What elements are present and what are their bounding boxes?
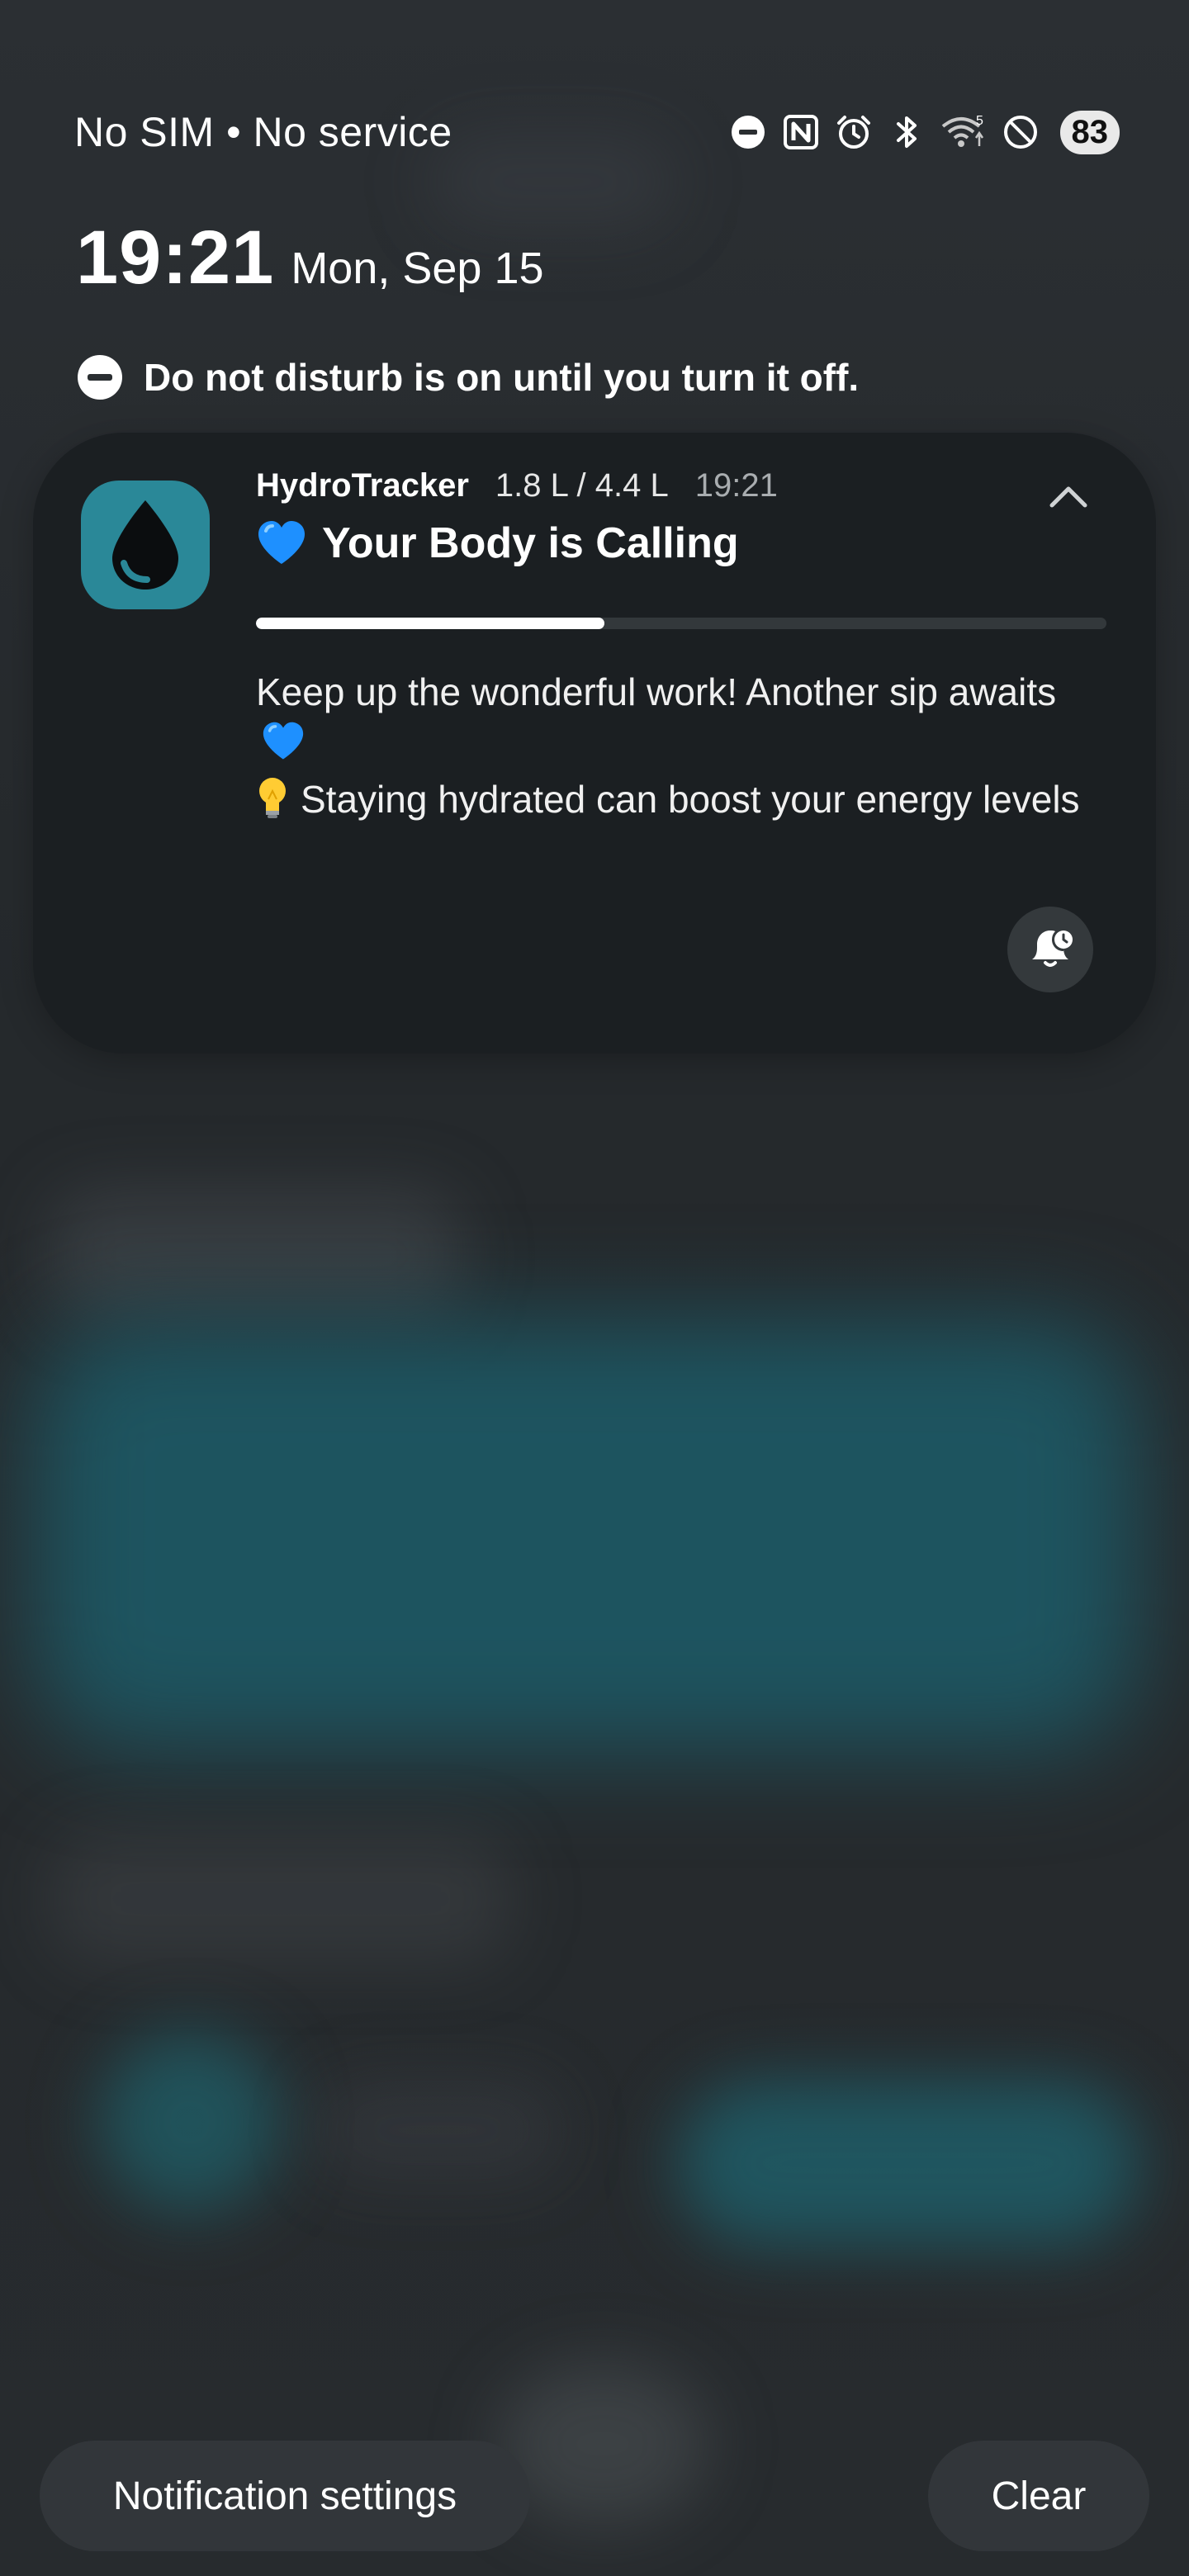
bell-clock-icon <box>1026 923 1075 977</box>
carrier-text: No SIM • No service <box>74 109 452 155</box>
background-blur <box>677 2081 1139 2246</box>
alarm-icon <box>834 112 874 152</box>
body-line-2: Staying hydrated can boost your energy l… <box>256 774 1098 825</box>
clock-date: Mon, Sep 15 <box>291 244 544 293</box>
status-bar: No SIM • No service 5 83 <box>0 99 1189 165</box>
background-blur <box>99 2031 281 2213</box>
status-icons: 5 83 <box>728 110 1120 154</box>
notification-title-row: Your Body is Calling <box>256 519 739 568</box>
background-blur <box>50 1833 512 1965</box>
notification-time: 19:21 <box>694 467 778 504</box>
blue-heart-icon <box>256 519 307 567</box>
background-blur <box>33 1321 1139 1750</box>
clock-time: 19:21 <box>76 215 275 300</box>
light-bulb-icon <box>256 776 289 821</box>
app-name: HydroTracker <box>256 467 469 504</box>
body-line-2-text: Staying hydrated can boost your energy l… <box>301 778 1080 821</box>
blue-heart-icon <box>261 721 306 774</box>
dnd-icon <box>76 353 124 401</box>
notification-settings-button[interactable]: Notification settings <box>40 2441 530 2551</box>
chevron-up-icon[interactable] <box>1044 472 1093 522</box>
notification-body: Keep up the wonderful work! Another sip … <box>256 667 1098 825</box>
bluetooth-icon <box>887 112 926 152</box>
dnd-banner[interactable]: Do not disturb is on until you turn it o… <box>76 353 859 401</box>
water-drop-icon <box>81 481 210 609</box>
notification-header: HydroTracker 1.8 L / 4.4 L 19:21 <box>256 467 778 504</box>
dnd-text: Do not disturb is on until you turn it o… <box>144 356 860 399</box>
background-blur <box>50 1189 462 1321</box>
notification-card[interactable]: HydroTracker 1.8 L / 4.4 L 19:21 Your Bo… <box>33 433 1156 1054</box>
snooze-button[interactable] <box>1007 907 1093 992</box>
body-line-1-text: Keep up the wonderful work! Another sip … <box>256 670 1057 713</box>
lockscreen-clock: 19:21 Mon, Sep 15 <box>76 215 544 301</box>
blocked-icon <box>1001 112 1040 152</box>
wifi-badge: 5 <box>976 114 983 128</box>
body-line-1: Keep up the wonderful work! Another sip … <box>256 667 1098 774</box>
background-blur <box>314 2081 561 2180</box>
nfc-icon <box>781 112 821 152</box>
battery-badge: 83 <box>1059 110 1120 154</box>
hydration-progress-fill <box>256 618 605 629</box>
notification-title: Your Body is Calling <box>322 519 739 567</box>
wifi-icon: 5 <box>940 112 988 152</box>
clear-button[interactable]: Clear <box>928 2441 1149 2551</box>
hydration-progress-bar <box>256 618 1106 629</box>
progress-text: 1.8 L / 4.4 L <box>495 467 669 504</box>
dnd-icon <box>728 112 768 152</box>
